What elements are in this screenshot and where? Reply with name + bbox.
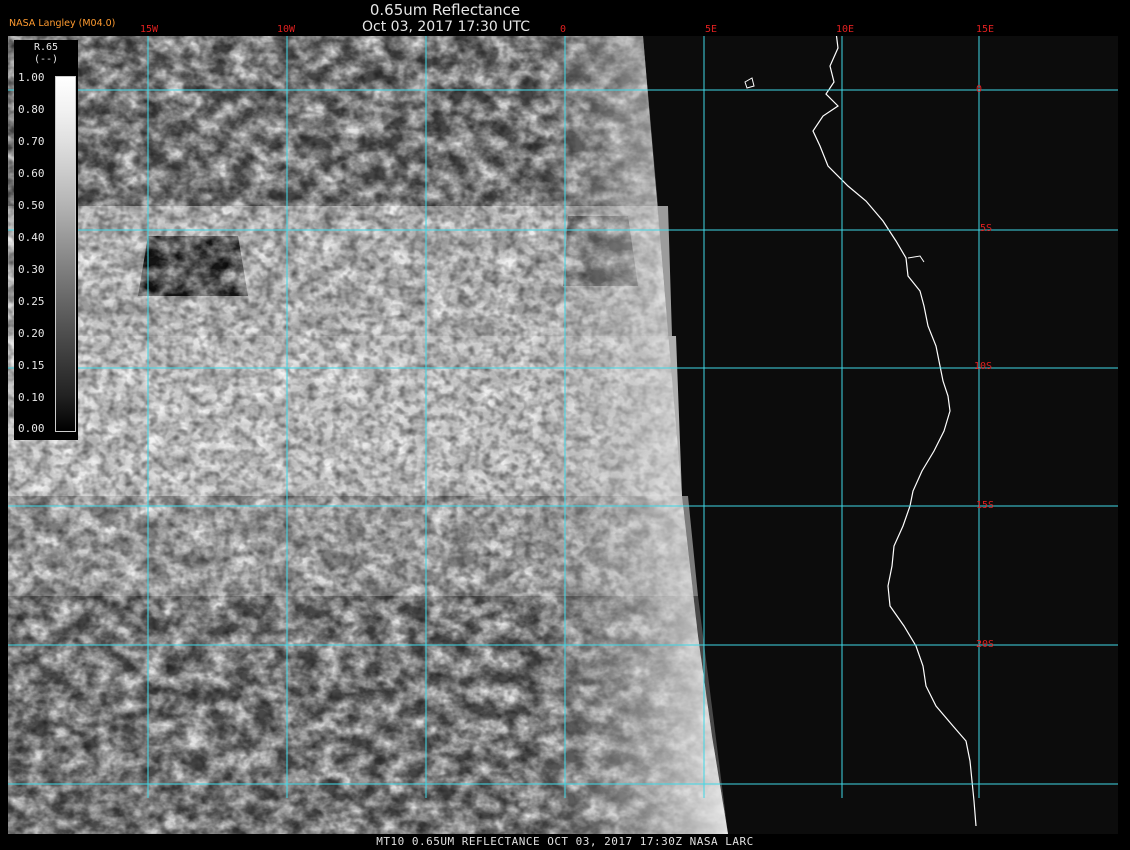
lat-label-15s: 15S: [976, 500, 995, 511]
lat-label-0: 0: [976, 84, 983, 95]
legend-gradient-bar: [55, 76, 76, 432]
legend-tick: 0.25: [18, 295, 45, 308]
legend-tick: 0.00: [18, 422, 45, 435]
legend-units: (--): [33, 54, 59, 65]
lon-label-5e: 5E: [705, 24, 718, 35]
lon-label-10e: 10E: [836, 24, 855, 35]
image-title: 0.65um Reflectance: [369, 1, 521, 19]
lat-label-20s: 20S: [976, 639, 995, 650]
lat-label-10s: 10S: [974, 361, 993, 372]
lat-label-5s: 5S: [980, 223, 993, 234]
legend-tick: 0.30: [18, 263, 45, 276]
legend-tick: 0.10: [18, 391, 45, 404]
reflectance-legend: R.65 (--) 1.00 0.80 0.70 0.60 0.50 0.40 …: [14, 40, 78, 440]
legend-tick: 0.20: [18, 327, 45, 340]
legend-tick: 0.15: [18, 359, 45, 372]
lon-label-10w: 10W: [277, 24, 296, 35]
legend-tick: 1.00: [18, 71, 45, 84]
satellite-image-page: 0.65um Reflectance Oct 03, 2017 17:30 UT…: [0, 0, 1130, 850]
footer-caption: MT10 0.65UM REFLECTANCE OCT 03, 2017 17:…: [376, 835, 754, 848]
legend-title: R.65: [33, 42, 59, 53]
legend-tick: 0.60: [18, 167, 45, 180]
legend-tick: 0.50: [18, 199, 45, 212]
reflectance-map: [8, 36, 1118, 834]
legend-tick: 0.40: [18, 231, 45, 244]
legend-tick: 0.80: [18, 103, 45, 116]
map-canvas: [8, 36, 1118, 834]
lon-label-15e: 15E: [976, 24, 995, 35]
credit-label: NASA Langley (M04.0): [9, 18, 116, 29]
image-datetime: Oct 03, 2017 17:30 UTC: [362, 19, 530, 35]
lon-label-15w: 15W: [140, 24, 159, 35]
lon-label-0: 0: [560, 24, 567, 35]
legend-tick: 0.70: [18, 135, 45, 148]
